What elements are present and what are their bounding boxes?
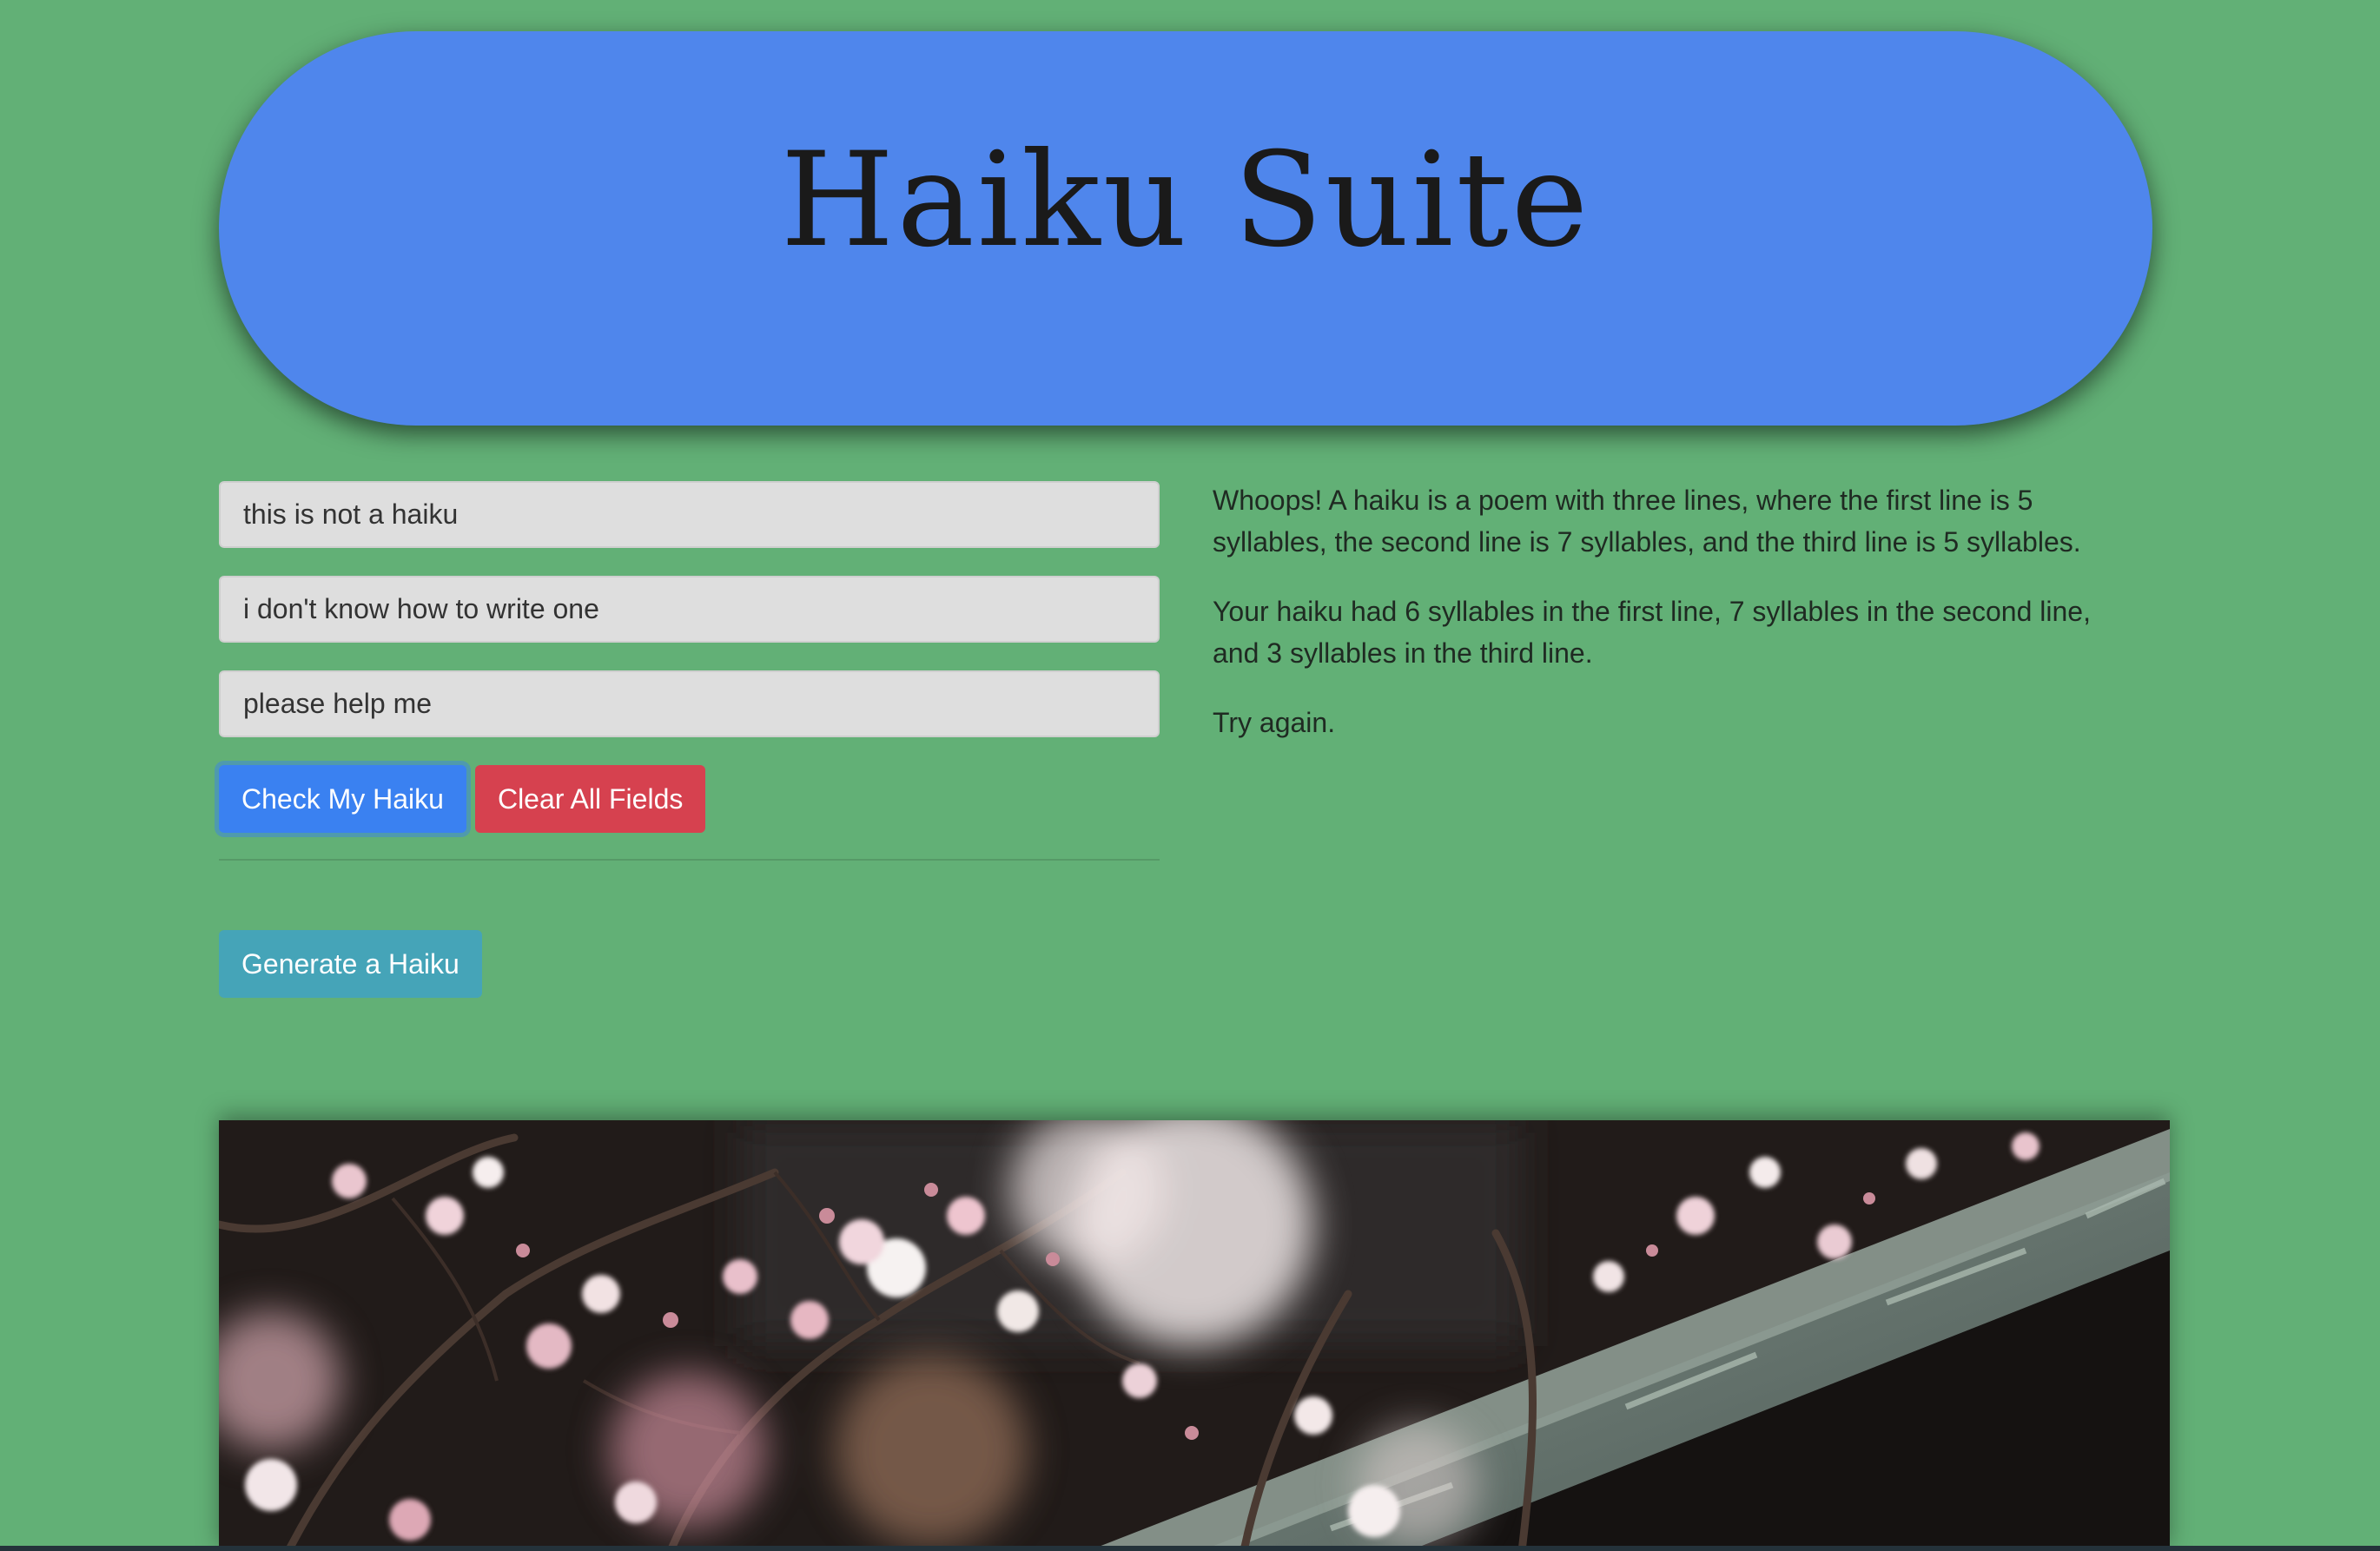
generate-section: Generate a Haiku bbox=[219, 930, 1160, 998]
window-bottom-edge bbox=[0, 1546, 2380, 1551]
header-banner: Haiku Suite bbox=[219, 31, 2152, 426]
result-message: Whoops! A haiku is a poem with three lin… bbox=[1213, 479, 2133, 771]
divider bbox=[219, 859, 1160, 861]
page: Haiku Suite Check My Haiku Clear All Fie… bbox=[0, 0, 2380, 1551]
result-syllable-count: Your haiku had 6 syllables in the first … bbox=[1213, 596, 2091, 669]
cherry-blossom-icon bbox=[219, 1120, 2170, 1551]
haiku-line-2-input[interactable] bbox=[219, 576, 1160, 643]
page-title: Haiku Suite bbox=[780, 125, 1591, 276]
haiku-form: Check My Haiku Clear All Fields Generate… bbox=[219, 481, 1160, 998]
check-haiku-button[interactable]: Check My Haiku bbox=[219, 765, 466, 833]
result-explanation: Whoops! A haiku is a poem with three lin… bbox=[1213, 485, 2081, 558]
cherry-blossom-photo bbox=[219, 1120, 2170, 1551]
haiku-line-1-input[interactable] bbox=[219, 481, 1160, 548]
clear-fields-button[interactable]: Clear All Fields bbox=[474, 765, 706, 833]
button-row: Check My Haiku Clear All Fields bbox=[219, 765, 1160, 833]
generate-haiku-button[interactable]: Generate a Haiku bbox=[219, 930, 482, 998]
result-try-again: Try again. bbox=[1213, 707, 1336, 738]
haiku-line-3-input[interactable] bbox=[219, 670, 1160, 737]
